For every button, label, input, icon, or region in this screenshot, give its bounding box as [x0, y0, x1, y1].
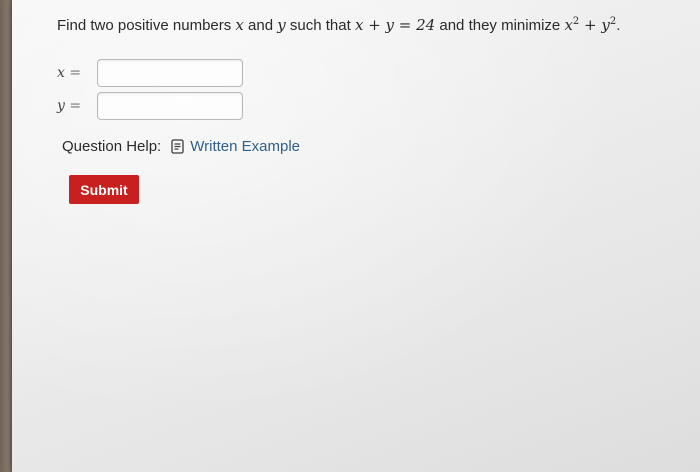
x-answer-input[interactable]	[97, 59, 243, 87]
question-help: Question Help: Written Example	[62, 138, 300, 155]
y-equals: =	[69, 98, 82, 114]
question-help-label: Question Help:	[62, 138, 162, 155]
question-such-that: such that	[285, 17, 355, 34]
var-x: x	[235, 16, 244, 34]
constraint-equation: x + y = 24	[354, 16, 436, 34]
written-example-link[interactable]: Written Example	[190, 138, 300, 155]
screen: Find two positive numbers x and y such t…	[12, 0, 700, 472]
objective-expression: x2 + y2	[564, 16, 616, 34]
y-label: y =	[57, 98, 97, 114]
submit-button[interactable]: Submit	[69, 175, 139, 204]
question-and: and	[243, 17, 278, 34]
y-answer-input[interactable]	[97, 92, 243, 120]
var-y: y	[277, 16, 286, 34]
document-icon	[171, 139, 184, 154]
objective-plus: +	[579, 16, 602, 34]
question-text: Find two positive numbers x and y such t…	[57, 16, 620, 34]
question-prefix: Find two positive numbers	[57, 17, 236, 34]
x-label: x =	[57, 65, 97, 81]
objective-y: y	[601, 16, 610, 34]
objective-x: x	[564, 16, 573, 34]
x-equals: =	[69, 65, 82, 81]
x-label-var: x	[57, 65, 65, 81]
y-label-var: y	[57, 98, 65, 114]
question-mid: and they minimize	[435, 17, 565, 34]
answer-row-y: y =	[57, 92, 243, 120]
answer-row-x: x =	[57, 59, 243, 87]
question-period: .	[616, 17, 621, 34]
